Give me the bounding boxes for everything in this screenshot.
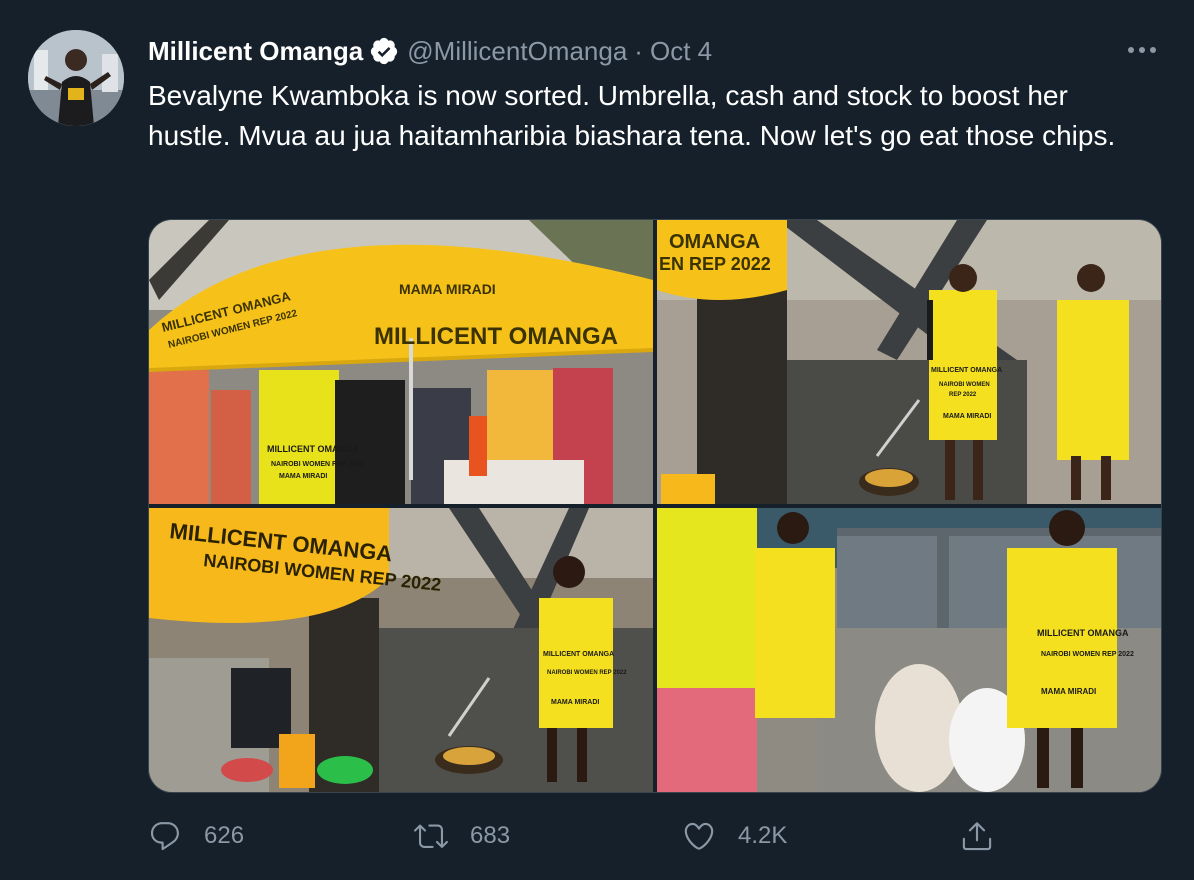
tweet-text: Bevalyne Kwamboka is now sorted. Umbrell…	[148, 80, 1116, 151]
media-photo-3[interactable]: MILLICENT OMANGA NAIROBI WOMEN REP 2022 …	[149, 508, 653, 792]
author-display-name[interactable]: Millicent Omanga	[148, 36, 363, 67]
svg-text:MAMA MIRADI: MAMA MIRADI	[399, 281, 496, 297]
photo-1-image: MAMA MIRADI MILLICENT OMANGA MILLICENT O…	[149, 220, 653, 504]
retweet-button[interactable]: 683	[414, 814, 510, 858]
like-button[interactable]: 4.2K	[682, 814, 787, 858]
share-button[interactable]	[960, 814, 994, 858]
svg-text:MAMA MIRADI: MAMA MIRADI	[1041, 687, 1096, 696]
svg-text:MILLICENT OMANGA: MILLICENT OMANGA	[1037, 628, 1129, 638]
svg-text:MILLICENT OMANGA: MILLICENT OMANGA	[931, 367, 1002, 374]
svg-text:MILLICENT OMANGA: MILLICENT OMANGA	[543, 651, 614, 658]
more-icon	[1128, 47, 1156, 53]
author-avatar[interactable]	[28, 30, 124, 126]
media-grid: MAMA MIRADI MILLICENT OMANGA MILLICENT O…	[148, 219, 1162, 793]
tweet-container: Millicent Omanga @MillicentOmanga · Oct …	[0, 0, 1194, 880]
media-photo-2[interactable]: OMANGA EN REP 2022 MILLICENT OMANGA NAIR…	[657, 220, 1161, 504]
like-count: 4.2K	[738, 822, 788, 849]
share-icon	[962, 822, 992, 851]
more-options-button[interactable]	[1122, 36, 1162, 64]
reply-button[interactable]: 626	[148, 814, 244, 858]
svg-text:NAIROBI WOMEN REP 2022: NAIROBI WOMEN REP 2022	[271, 461, 364, 468]
retweet-count: 683	[470, 822, 511, 849]
svg-text:NAIROBI WOMEN REP 2022: NAIROBI WOMEN REP 2022	[1041, 651, 1134, 658]
heart-icon	[684, 822, 714, 850]
verified-badge-icon	[369, 36, 399, 66]
svg-text:REP 2022: REP 2022	[949, 392, 977, 398]
reply-icon	[150, 822, 179, 851]
photo-2-image: OMANGA EN REP 2022 MILLICENT OMANGA NAIR…	[657, 220, 1161, 504]
tweet-header: Millicent Omanga @MillicentOmanga · Oct …	[148, 34, 712, 68]
photo-4-image: MILLICENT OMANGA NAIROBI WOMEN REP 2022 …	[657, 508, 1161, 792]
tweet-actions: 626 683 4.2K	[148, 814, 1160, 858]
svg-text:MAMA MIRADI: MAMA MIRADI	[943, 413, 991, 420]
svg-text:EN REP 2022: EN REP 2022	[659, 254, 771, 274]
avatar-image	[28, 30, 124, 126]
svg-text:MILLICENT OMANGA: MILLICENT OMANGA	[267, 444, 359, 454]
media-photo-1[interactable]: MAMA MIRADI MILLICENT OMANGA MILLICENT O…	[149, 220, 653, 504]
header-separator: ·	[634, 35, 643, 66]
svg-text:MAMA MIRADI: MAMA MIRADI	[551, 699, 599, 706]
svg-text:NAIROBI WOMEN REP 2022: NAIROBI WOMEN REP 2022	[547, 670, 627, 676]
svg-text:MILLICENT OMANGA: MILLICENT OMANGA	[374, 323, 618, 350]
svg-text:OMANGA: OMANGA	[669, 231, 760, 253]
retweet-icon	[414, 824, 448, 848]
svg-text:MAMA MIRADI: MAMA MIRADI	[279, 473, 327, 480]
svg-text:NAIROBI WOMEN: NAIROBI WOMEN	[939, 382, 990, 388]
tweet-date[interactable]: Oct 4	[650, 36, 712, 67]
reply-count: 626	[204, 822, 245, 849]
photo-3-image: MILLICENT OMANGA NAIROBI WOMEN REP 2022 …	[149, 508, 653, 792]
media-photo-4[interactable]: MILLICENT OMANGA NAIROBI WOMEN REP 2022 …	[657, 508, 1161, 792]
author-handle[interactable]: @MillicentOmanga	[407, 36, 627, 67]
